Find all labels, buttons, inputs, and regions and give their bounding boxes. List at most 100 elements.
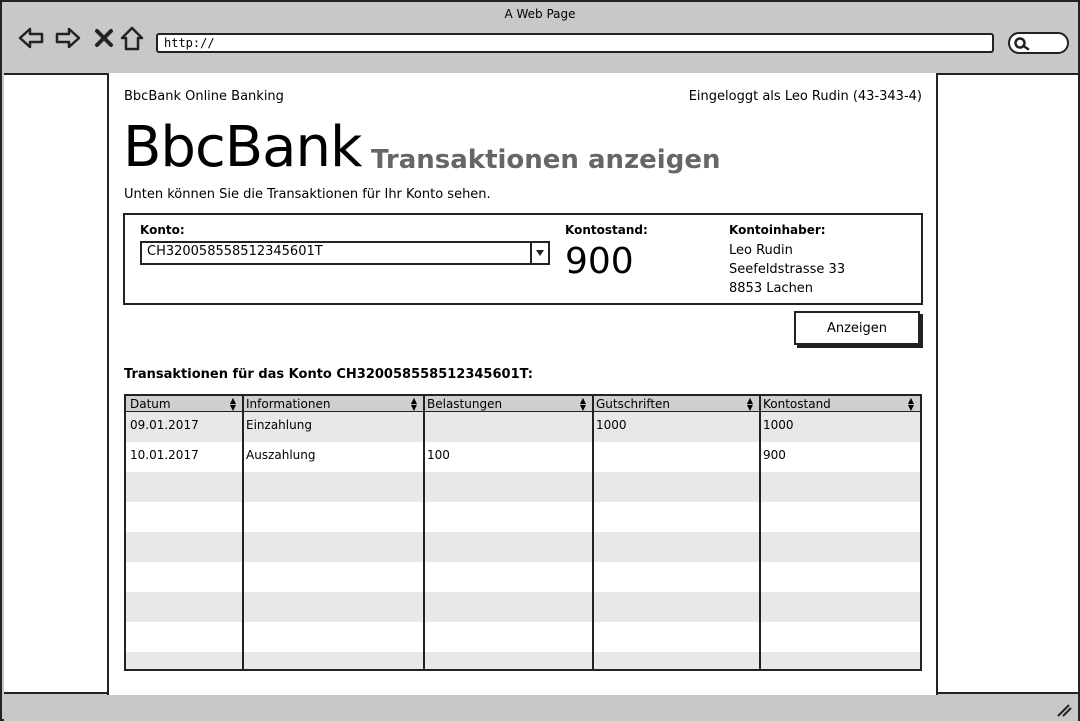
column-header-label: Gutschriften: [596, 397, 671, 411]
table-row[interactable]: [126, 562, 920, 592]
sort-icon[interactable]: ▲ ▼: [747, 397, 753, 412]
column-divider: [592, 396, 594, 669]
cell-kontostand: [759, 502, 920, 532]
holder-city: 8853 Lachen: [729, 281, 814, 296]
cell-belastungen: [423, 562, 592, 592]
column-header-belastungen[interactable]: Belastungen ▲ ▼: [423, 396, 592, 412]
sort-icon[interactable]: ▲ ▼: [908, 397, 914, 412]
table-row[interactable]: [126, 592, 920, 622]
cell-kontostand: 900: [763, 448, 786, 462]
column-header-label: Belastungen: [427, 397, 503, 411]
intro-text: Unten können Sie die Transaktionen für I…: [124, 187, 491, 202]
cell-belastungen: 100: [427, 448, 450, 462]
cell-informationen: [242, 532, 423, 562]
transactions-title: Transaktionen für das Konto CH3200585585…: [124, 367, 533, 382]
cell-kontostand: [759, 532, 920, 562]
account-summary: Konto: CH320058558512345601T Kontostand:…: [123, 213, 923, 305]
column-header-datum[interactable]: Datum ▲ ▼: [126, 396, 242, 412]
chevron-down-icon[interactable]: [530, 243, 548, 263]
cell-gutschriften: [592, 562, 759, 592]
table-body: 09.01.2017 Einzahlung 1000 1000 10.01.2017 Au…: [126, 412, 920, 669]
column-header-gutschriften[interactable]: Gutschriften ▲ ▼: [592, 396, 759, 412]
table-row[interactable]: 09.01.2017 Einzahlung 1000 1000: [126, 412, 920, 442]
show-button[interactable]: Anzeigen: [794, 311, 920, 345]
column-divider: [423, 396, 425, 669]
balance-value: 900: [565, 241, 634, 282]
cell-gutschriften: [592, 532, 759, 562]
home-icon[interactable]: [118, 24, 146, 52]
cell-datum: 09.01.2017: [130, 418, 199, 432]
cell-informationen: [242, 592, 423, 622]
cell-kontostand: [759, 592, 920, 622]
cell-informationen: [242, 652, 423, 669]
cell-datum: [126, 562, 242, 592]
column-divider: [242, 396, 244, 669]
cell-datum: [126, 532, 242, 562]
browser-window: A Web Page http:// BbcBank Online Bankin…: [0, 0, 1080, 721]
bank-logo: BbcBank: [123, 115, 362, 180]
table-row[interactable]: [126, 532, 920, 562]
konto-select[interactable]: CH320058558512345601T: [140, 241, 550, 265]
cell-kontostand: [759, 652, 920, 669]
cell-gutschriften: [592, 652, 759, 669]
table-row[interactable]: [126, 502, 920, 532]
table-row[interactable]: [126, 652, 920, 669]
table-header: Datum ▲ ▼ Informationen ▲ ▼ Belastungen ▲ ▼ Gutsc…: [126, 396, 920, 412]
cell-kontostand: [759, 622, 920, 652]
holder-street: Seefeldstrasse 33: [729, 262, 846, 277]
cell-datum: [126, 592, 242, 622]
window-title: A Web Page: [504, 7, 576, 21]
page-content: BbcBank Online Banking Eingeloggt als Le…: [107, 73, 938, 695]
cell-belastungen: [423, 592, 592, 622]
cell-informationen: [242, 562, 423, 592]
forward-icon[interactable]: [54, 24, 82, 52]
holder-name: Leo Rudin: [729, 243, 793, 258]
cell-informationen: [242, 502, 423, 532]
table-row[interactable]: [126, 622, 920, 652]
sort-icon[interactable]: ▲ ▼: [580, 397, 586, 412]
cell-datum: 10.01.2017: [130, 448, 199, 462]
cell-gutschriften: [592, 622, 759, 652]
close-icon[interactable]: [90, 24, 118, 52]
cell-informationen: Auszahlung: [246, 448, 316, 462]
back-icon[interactable]: [17, 24, 45, 52]
status-bar: [4, 695, 1078, 721]
column-header-kontostand[interactable]: Kontostand ▲ ▼: [759, 396, 920, 412]
cell-belastungen: [423, 412, 592, 442]
cell-informationen: [242, 622, 423, 652]
cell-kontostand: [759, 562, 920, 592]
konto-label: Konto:: [140, 223, 185, 237]
transactions-table: Datum ▲ ▼ Informationen ▲ ▼ Belastungen ▲ ▼ Gutsc…: [124, 394, 922, 671]
url-input[interactable]: http://: [156, 33, 994, 53]
sort-icon[interactable]: ▲ ▼: [230, 397, 236, 412]
cell-belastungen: [423, 502, 592, 532]
column-divider: [759, 396, 761, 669]
table-row[interactable]: 10.01.2017 Auszahlung 100 900: [126, 442, 920, 472]
cell-datum: [126, 472, 242, 502]
cell-datum: [126, 622, 242, 652]
cell-belastungen: [423, 532, 592, 562]
konto-select-value: CH320058558512345601T: [147, 244, 323, 259]
site-name: BbcBank Online Banking: [124, 89, 284, 104]
cell-gutschriften: [592, 472, 759, 502]
search-icon: [1014, 37, 1030, 51]
login-info: Eingeloggt als Leo Rudin (43-343-4): [688, 89, 922, 104]
cell-gutschriften: [592, 502, 759, 532]
cell-gutschriften: 1000: [596, 418, 627, 432]
cell-datum: [126, 502, 242, 532]
cell-belastungen: [423, 652, 592, 669]
cell-gutschriften: [592, 592, 759, 622]
table-row[interactable]: [126, 472, 920, 502]
resize-grip-icon[interactable]: [1056, 703, 1072, 717]
browser-search-input[interactable]: [1008, 32, 1069, 54]
sort-icon[interactable]: ▲ ▼: [411, 397, 417, 412]
cell-informationen: Einzahlung: [246, 418, 312, 432]
column-header-informationen[interactable]: Informationen ▲ ▼: [242, 396, 423, 412]
column-header-label: Kontostand: [763, 397, 831, 411]
balance-label: Kontostand:: [565, 223, 648, 237]
column-header-label: Datum: [130, 397, 171, 411]
page-title: Transaktionen anzeigen: [371, 145, 721, 175]
cell-informationen: [242, 472, 423, 502]
cell-datum: [126, 652, 242, 669]
cell-gutschriften: [592, 442, 759, 472]
